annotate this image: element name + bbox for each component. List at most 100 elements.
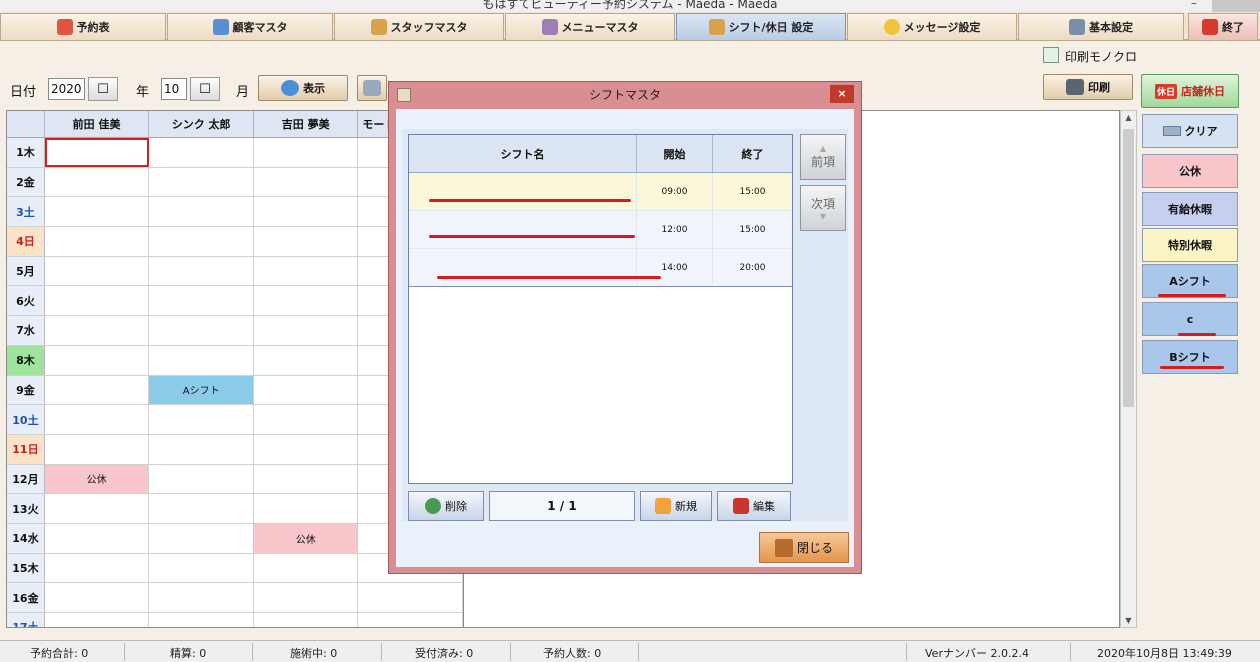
- shift-a-button[interactable]: Aシフト: [1142, 264, 1238, 298]
- print-button[interactable]: 印刷: [1043, 74, 1133, 100]
- shift-cell[interactable]: [45, 345, 150, 375]
- shift-cell[interactable]: [149, 583, 254, 612]
- shift-cell[interactable]: [45, 227, 150, 256]
- shift-cell[interactable]: [44, 138, 150, 167]
- tab-message-settings[interactable]: メッセージ設定: [847, 13, 1017, 40]
- shift-cell[interactable]: 公休: [44, 464, 150, 494]
- year-spin-button[interactable]: ☐: [88, 77, 118, 101]
- clear-button[interactable]: クリア: [1142, 114, 1238, 148]
- year-input[interactable]: 2020: [48, 78, 85, 100]
- prev-page-button[interactable]: ▲ 前項: [800, 134, 846, 180]
- printer-icon: [1066, 79, 1084, 95]
- shift-cell[interactable]: [254, 286, 359, 316]
- shift-c-button[interactable]: c: [1142, 302, 1238, 336]
- tab-reservation[interactable]: 予約表: [0, 13, 166, 40]
- shift-cell[interactable]: [254, 316, 359, 345]
- close-dialog-button[interactable]: 閉じる: [759, 532, 849, 563]
- shift-cell[interactable]: 公休: [253, 523, 359, 553]
- window-close-button[interactable]: [1212, 0, 1260, 12]
- shift-cell[interactable]: [45, 316, 150, 345]
- shift-cell[interactable]: [149, 464, 254, 494]
- shift-cell[interactable]: [149, 227, 254, 256]
- edit-button[interactable]: 編集: [717, 491, 791, 521]
- paid-leave-button[interactable]: 有給休暇: [1142, 192, 1238, 226]
- shift-cell[interactable]: [45, 167, 150, 197]
- shift-cell[interactable]: [149, 405, 254, 434]
- schedule-vertical-scrollbar[interactable]: ▲ ▼: [1120, 110, 1137, 628]
- tab-exit-label: 終了: [1222, 21, 1244, 34]
- shift-end-cell: 20:00: [739, 262, 766, 273]
- shift-cell[interactable]: [45, 553, 150, 583]
- special-leave-button[interactable]: 特別休暇: [1142, 228, 1238, 262]
- month-input[interactable]: 10: [161, 78, 187, 100]
- table-row[interactable]: 14:00 20:00: [409, 249, 792, 287]
- shift-cell[interactable]: [149, 138, 254, 167]
- shift-cell[interactable]: [254, 494, 359, 523]
- tab-menu-master[interactable]: メニューマスタ: [505, 13, 675, 40]
- shift-cell[interactable]: [149, 316, 254, 345]
- shift-cell[interactable]: [45, 405, 150, 434]
- shift-cell[interactable]: [45, 613, 150, 627]
- shift-cell[interactable]: [254, 197, 359, 227]
- shift-cell[interactable]: [149, 167, 254, 197]
- shift-cell[interactable]: [254, 405, 359, 434]
- shift-cell[interactable]: [254, 167, 359, 197]
- shift-cell[interactable]: [45, 197, 150, 227]
- shift-cell[interactable]: [149, 613, 254, 627]
- redaction-mark: [429, 235, 635, 238]
- public-holiday-button[interactable]: 公休: [1142, 154, 1238, 188]
- shift-cell[interactable]: [254, 553, 359, 583]
- shift-cell[interactable]: [45, 286, 150, 316]
- status-separator: [124, 643, 125, 661]
- shift-cell[interactable]: Aシフト: [149, 375, 254, 405]
- table-row[interactable]: 12:00 15:00: [409, 211, 792, 249]
- shift-cell[interactable]: [149, 434, 254, 464]
- shift-cell[interactable]: [45, 375, 150, 405]
- delete-button[interactable]: 削除: [408, 491, 484, 521]
- shift-cell[interactable]: [254, 375, 359, 405]
- shift-cell[interactable]: [45, 523, 150, 553]
- shift-cell[interactable]: [45, 583, 150, 612]
- tab-shift-holiday[interactable]: シフト/休日 設定: [676, 13, 846, 40]
- shift-cell[interactable]: [254, 138, 359, 167]
- shift-list-panel: シフト名 開始 終了 09:00 15:00 12:00 15:00 14:00: [402, 129, 848, 521]
- shift-cell[interactable]: [254, 256, 359, 286]
- shift-cell[interactable]: [254, 464, 359, 494]
- shift-cell[interactable]: [254, 613, 359, 627]
- table-row[interactable]: 09:00 15:00: [409, 173, 792, 211]
- dialog-close-icon[interactable]: ×: [830, 85, 854, 103]
- show-button[interactable]: 表示: [258, 75, 348, 101]
- shift-cell[interactable]: [254, 227, 359, 256]
- shift-cell[interactable]: [358, 583, 463, 612]
- shift-cell[interactable]: [149, 197, 254, 227]
- shift-cell[interactable]: [149, 523, 254, 553]
- next-page-button[interactable]: 次項 ▼: [800, 185, 846, 231]
- chevron-up-icon: ▲: [819, 144, 827, 153]
- shift-cell[interactable]: [149, 494, 254, 523]
- shift-cell[interactable]: [149, 286, 254, 316]
- shift-cell[interactable]: [254, 345, 359, 375]
- shift-cell[interactable]: [358, 613, 463, 627]
- shift-cell[interactable]: [149, 345, 254, 375]
- shift-cell[interactable]: [149, 553, 254, 583]
- scroll-down-icon[interactable]: ▼: [1121, 616, 1136, 625]
- calendar-tool-button[interactable]: [357, 75, 387, 101]
- column-end: 終了: [741, 147, 764, 161]
- scroll-up-icon[interactable]: ▲: [1121, 113, 1136, 122]
- shift-cell[interactable]: [45, 256, 150, 286]
- scrollbar-thumb[interactable]: [1123, 129, 1134, 407]
- tab-customer-master[interactable]: 顧客マスタ: [167, 13, 333, 40]
- delete-button-label: 削除: [445, 500, 467, 513]
- shift-cell[interactable]: [149, 256, 254, 286]
- shift-cell[interactable]: [254, 434, 359, 464]
- tab-staff-master[interactable]: スタッフマスタ: [334, 13, 504, 40]
- tab-basic-settings[interactable]: 基本設定: [1018, 13, 1184, 40]
- shift-cell[interactable]: [254, 583, 359, 612]
- store-holiday-button[interactable]: 休日 店舗休日: [1141, 74, 1239, 108]
- month-spin-button[interactable]: ☐: [190, 77, 220, 101]
- tab-exit[interactable]: 終了: [1188, 13, 1258, 40]
- shift-cell[interactable]: [45, 494, 150, 523]
- print-mono-checkbox[interactable]: [1043, 47, 1059, 63]
- shift-cell[interactable]: [45, 434, 150, 464]
- new-button[interactable]: 新規: [640, 491, 712, 521]
